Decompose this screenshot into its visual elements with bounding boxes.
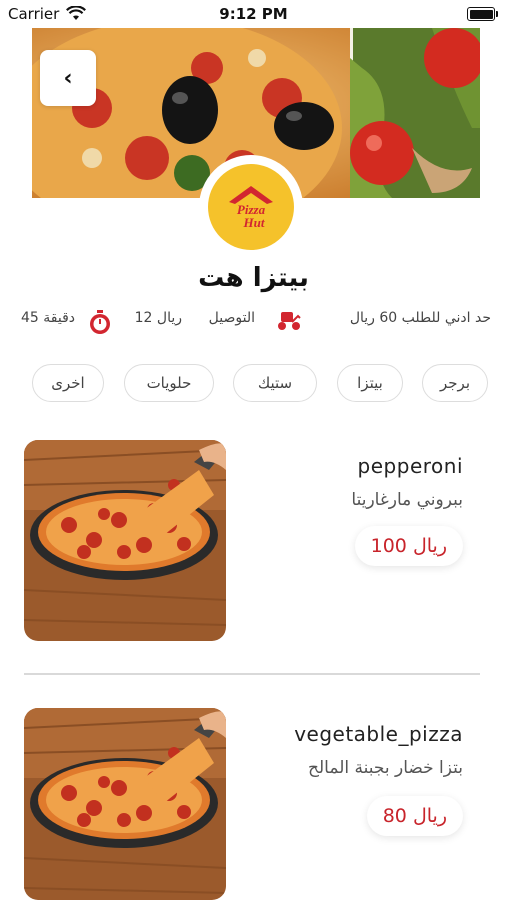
delivery-time: 45 دقيقة: [20, 310, 75, 326]
menu-item-name: vegetable_pizza: [294, 722, 463, 746]
menu-item-image: [24, 708, 226, 900]
pizza-hut-logo: Pizza Hut: [208, 164, 294, 250]
category-chip[interactable]: بيتزا: [337, 364, 403, 402]
menu-item-description: بتزا خضار بجبنة المالح: [308, 758, 463, 778]
min-order-text: حد ادني للطلب 60 ريال: [349, 310, 491, 326]
menu-item-description: ببروني مارغاريتا: [351, 490, 463, 510]
restaurant-logo: Pizza Hut: [199, 155, 303, 259]
clock: 9:12 PM: [219, 5, 288, 23]
menu-item[interactable]: pepperoni ببروني مارغاريتا 100 ريال: [0, 440, 507, 650]
delivery-scooter-icon: [278, 312, 301, 330]
delivery-label: التوصيل: [208, 310, 255, 326]
battery-icon: [467, 7, 498, 21]
category-chip[interactable]: ستيك: [233, 364, 317, 402]
chevron-left-icon: ‹: [63, 65, 73, 91]
category-chip[interactable]: اخرى: [32, 364, 104, 402]
category-chip[interactable]: حلويات: [124, 364, 214, 402]
status-bar: Carrier 9:12 PM: [0, 0, 507, 30]
category-tabs: برجر بيتزا ستيك حلويات اخرى: [0, 364, 507, 402]
menu-item[interactable]: vegetable_pizza بتزا خضار بجبنة المالح 8…: [0, 708, 507, 900]
back-button[interactable]: ‹: [40, 50, 96, 106]
svg-text:Hut: Hut: [243, 215, 265, 230]
menu-item-name: pepperoni: [357, 454, 463, 478]
delivery-fee: 12 ريال: [134, 310, 182, 326]
menu-item-price: 100 ريال: [354, 526, 463, 566]
divider: [24, 673, 480, 675]
timer-icon: [90, 310, 110, 334]
category-chip[interactable]: برجر: [422, 364, 488, 402]
menu-item-image: [24, 440, 226, 641]
restaurant-name: بيتزا هت: [198, 263, 309, 293]
menu-item-price: 80 ريال: [366, 796, 463, 836]
